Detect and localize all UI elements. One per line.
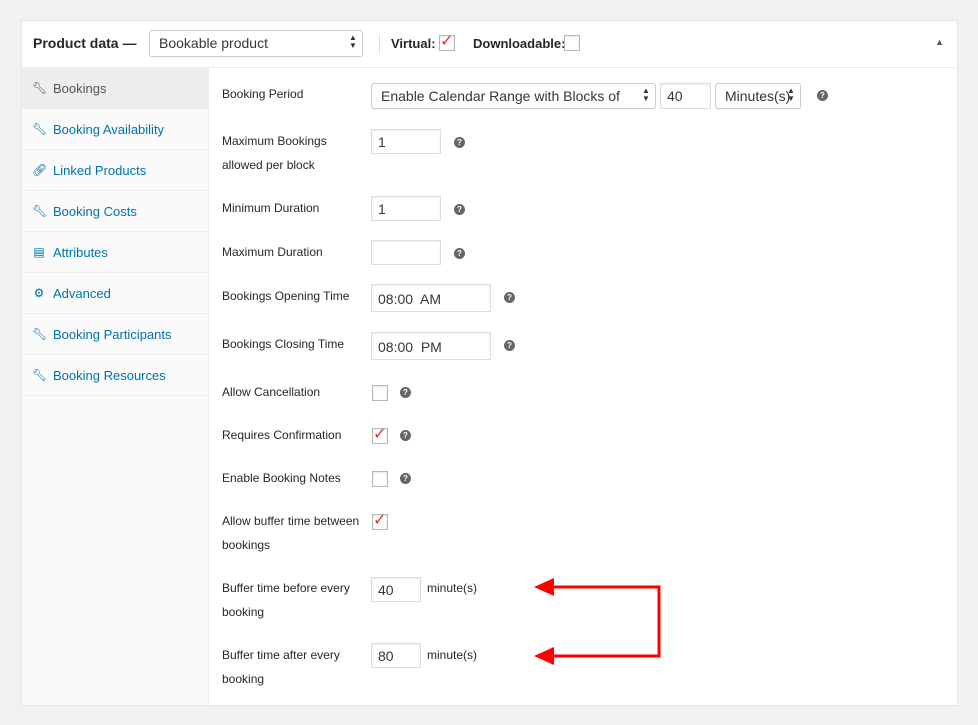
arrow-head-upper-icon xyxy=(534,578,554,596)
arrow-head-lower-icon xyxy=(534,647,554,665)
annotation-arrows xyxy=(534,578,661,665)
annotation-bracket xyxy=(552,585,661,658)
